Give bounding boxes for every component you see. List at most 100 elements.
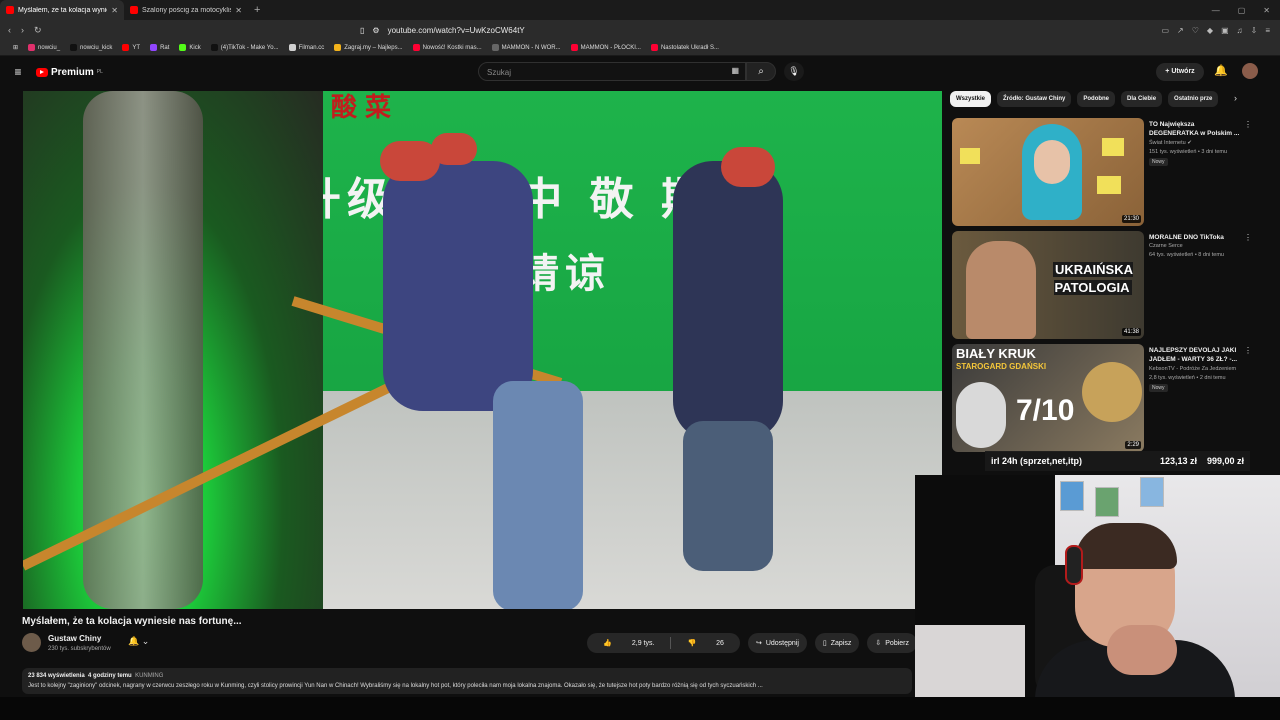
filter-chip[interactable]: Ostatnio prze xyxy=(1168,91,1219,107)
recommendation-title[interactable]: NAJLEPSZY DEVOLAJ JAKI JADŁEM - WARTY 36… xyxy=(1149,346,1245,364)
close-tab-icon[interactable]: ✕ xyxy=(235,6,242,15)
site-info-icon[interactable]: ⚙ xyxy=(372,26,379,35)
voice-search-button[interactable]: 🎙 xyxy=(784,62,804,81)
heart-icon[interactable]: ♡ xyxy=(1192,26,1199,35)
recommendation-item[interactable]: 21:30 TO Największa DEGENERATKA w Polski… xyxy=(950,118,1270,230)
channel-avatar[interactable] xyxy=(22,633,41,652)
thumbnail-title: BIAŁY KRUK xyxy=(956,346,1036,361)
channel-name[interactable]: Gustaw Chiny xyxy=(48,634,101,643)
download-label: Pobierz xyxy=(885,639,909,647)
youtube-premium-logo[interactable]: Premium PL xyxy=(36,67,103,78)
recommendation-meta: 2,8 tys. wyświetleń • 2 dni temu xyxy=(1149,375,1226,381)
video-duration: 21:30 xyxy=(1121,215,1141,223)
close-window-icon[interactable]: ✕ xyxy=(1263,6,1270,15)
reload-icon[interactable]: ↻ xyxy=(34,25,42,36)
bookmark-favicon-icon xyxy=(650,44,658,51)
create-button[interactable]: + Utwórz xyxy=(1156,63,1204,81)
hamburger-menu-icon[interactable]: ≡ xyxy=(0,65,36,79)
bookmark-item[interactable]: MAMMON - PŁOCKI... xyxy=(566,44,646,51)
video-thumbnail[interactable]: 21:30 xyxy=(952,118,1144,226)
bookmark-favicon-icon xyxy=(210,44,218,51)
bookmark-item[interactable]: Rat xyxy=(145,44,174,51)
bookmark-icon[interactable]: ▯ xyxy=(360,26,364,35)
screen-icon[interactable]: ▭ xyxy=(1161,26,1169,35)
bookmark-item[interactable]: Zagraj.my – Najleps... xyxy=(329,44,407,51)
view-count: 23 834 wyświetlenia xyxy=(28,673,85,679)
keyboard-icon[interactable]: ▦ xyxy=(731,66,739,75)
download-icon[interactable]: ⇩ xyxy=(1251,26,1258,35)
apps-icon[interactable]: ⊞ xyxy=(8,44,23,51)
headset xyxy=(1065,545,1083,585)
recommendation-item[interactable]: BIAŁY KRUK STAROGARD GDAŃSKI 7/10 2:29 N… xyxy=(950,344,1270,456)
bookmark-item[interactable]: YT xyxy=(117,44,145,51)
filter-chip[interactable]: Dla Ciebie xyxy=(1121,91,1163,107)
recommendation-title[interactable]: TO Największa DEGENERATKA w Polskim ... xyxy=(1149,120,1245,138)
forward-icon[interactable]: › xyxy=(21,25,24,36)
notifications-bell-icon[interactable]: 🔔 xyxy=(1214,64,1228,77)
filter-chip[interactable]: Wszystkie xyxy=(950,91,992,107)
browser-tab[interactable]: Szalony pościg za motocyklistą po m ✕ xyxy=(124,0,248,20)
close-tab-icon[interactable]: ✕ xyxy=(111,6,118,15)
bottom-strip xyxy=(0,697,1280,720)
bookmark-item[interactable]: Nastolatek Ukradł S... xyxy=(646,44,724,51)
search-button[interactable]: ⌕ xyxy=(746,62,776,81)
account-avatar[interactable] xyxy=(1242,63,1258,79)
description-box[interactable]: 23 834 wyświetlenia 4 godziny temu KUNMI… xyxy=(22,668,912,694)
waiter-figure xyxy=(383,161,533,411)
thumbs-down-icon: 👎 xyxy=(687,640,697,647)
url-field[interactable]: ▯ ⚙ youtube.com/watch?v=UwKzoCW64tY xyxy=(360,26,1161,35)
more-options-icon[interactable]: ⋮ xyxy=(1244,120,1252,129)
bookmark-item[interactable]: (4)TikTok - Make Yo... xyxy=(206,44,284,51)
bookmark-label: Filman.cc xyxy=(298,44,325,51)
browser-tab-active[interactable]: Myślałem, że ta kolacja wynie ✕ xyxy=(0,0,124,20)
recommendation-channel[interactable]: KebsonTV - Podróże Za Jedzeniem xyxy=(1149,366,1236,372)
video-duration: 41:38 xyxy=(1121,328,1141,336)
video-thumbnail[interactable]: UKRAIŃSKA PATOLOGIA 41:38 xyxy=(952,231,1144,339)
location-tag[interactable]: KUNMING xyxy=(135,673,163,679)
minimize-icon[interactable]: — xyxy=(1212,6,1220,15)
bookmark-item[interactable]: Kick xyxy=(174,44,205,51)
more-options-icon[interactable]: ⋮ xyxy=(1244,233,1252,242)
share-arrow-icon: ↪ xyxy=(755,640,762,647)
goal-target: 999,00 zł xyxy=(1206,456,1244,466)
bookmark-item[interactable]: MAMMON - N WOR... xyxy=(487,44,566,51)
goal-label: irl 24h (sprzet,net,itp) xyxy=(991,456,1083,466)
recommendation-channel[interactable]: Świat Internetu ✔ xyxy=(1149,140,1192,146)
back-icon[interactable]: ‹ xyxy=(8,25,11,36)
extensions-icon[interactable]: ▣ xyxy=(1221,26,1229,35)
thumbnail-caption-text: UKRAIŃSKA PATOLOGIA xyxy=(1053,262,1133,295)
waiter-figure xyxy=(683,421,773,571)
new-tab-icon[interactable]: + xyxy=(248,4,266,16)
like-button[interactable]: 👍 2,9 tys. xyxy=(587,639,670,648)
bookmark-item[interactable]: nowciu_ xyxy=(23,44,65,51)
video-thumbnail[interactable]: BIAŁY KRUK STAROGARD GDAŃSKI 7/10 2:29 xyxy=(952,344,1144,452)
maximize-icon[interactable]: ▢ xyxy=(1238,6,1246,15)
waiter-figure xyxy=(493,381,583,609)
share-button[interactable]: ↪ Udostępnij xyxy=(747,633,807,653)
bookmark-item[interactable]: Nowość! Kostki mas... xyxy=(408,44,487,51)
download-button[interactable]: ⇩ Pobierz xyxy=(867,633,917,653)
subscription-bell-icon[interactable]: 🔔 ⌄ xyxy=(128,636,149,647)
extension-icon[interactable]: ◆ xyxy=(1207,26,1213,35)
recommendation-channel[interactable]: Czarne Serce xyxy=(1149,243,1183,249)
channel-row: Gustaw Chiny 230 tys. subskrybentów 🔔 ⌄ … xyxy=(22,632,917,656)
more-options-icon[interactable]: ⋮ xyxy=(1244,346,1252,355)
recommendation-title[interactable]: MORALNE DNO TikToka xyxy=(1149,233,1245,242)
bookmark-item[interactable]: nowciu_kick xyxy=(65,44,117,51)
bookmark-label: (4)TikTok - Make Yo... xyxy=(220,44,279,51)
chevron-right-icon[interactable]: › xyxy=(1234,93,1237,103)
search-input[interactable]: Szukaj ▦ xyxy=(478,62,746,81)
filter-chip[interactable]: Źródło: Gustaw Chiny xyxy=(997,91,1072,107)
recommendation-item[interactable]: UKRAIŃSKA PATOLOGIA 41:38 MORALNE DNO Ti… xyxy=(950,231,1270,343)
bookmark-label: YT xyxy=(132,44,141,51)
save-button[interactable]: ▯ Zapisz xyxy=(814,633,860,653)
music-icon[interactable]: ♫ xyxy=(1237,26,1243,35)
share-icon[interactable]: ↗ xyxy=(1177,26,1184,35)
bookmark-item[interactable]: Filman.cc xyxy=(284,44,330,51)
filter-chip[interactable]: Podobne xyxy=(1077,91,1116,107)
url-text: youtube.com/watch?v=UwKzoCW64tY xyxy=(387,25,525,35)
dislike-button[interactable]: 👎 26 xyxy=(671,639,740,648)
sticky-note xyxy=(960,148,980,164)
menu-icon[interactable]: ≡ xyxy=(1265,26,1270,35)
video-player[interactable]: 秘制酸菜 升级改 行中 敬 期待 敬请谅 xyxy=(23,91,942,609)
